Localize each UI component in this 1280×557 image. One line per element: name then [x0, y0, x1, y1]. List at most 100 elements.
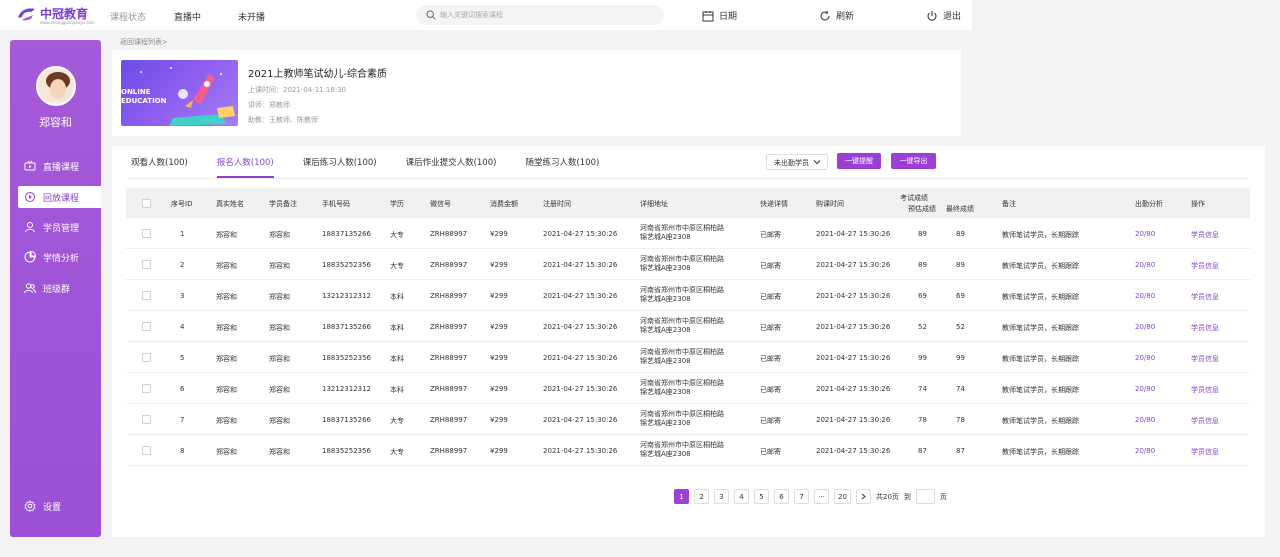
nav-course-status[interactable]: 课程状态 [110, 10, 146, 23]
row-final-score: 89 [956, 261, 965, 269]
col-note-name: 学员备注 [269, 200, 297, 208]
row-student-info-link[interactable]: 学员信息 [1191, 292, 1219, 302]
course-teacher: 讲师：郑教师 [248, 101, 290, 109]
table-row: 1 郑容和 郑容和 18837135266 大专 ZRH88997 ¥299 2021-04-… [126, 218, 1250, 249]
page-7[interactable]: 7 [794, 489, 809, 504]
row-checkbox[interactable] [142, 291, 151, 300]
select-all-checkbox[interactable] [142, 199, 151, 208]
tab-after-practice[interactable]: 课后练习人数(100) [303, 156, 377, 178]
row-checkbox[interactable] [142, 260, 151, 269]
row-checkbox[interactable] [142, 446, 151, 455]
row-checkbox[interactable] [142, 229, 151, 238]
row-express: 已邮寄 [760, 231, 781, 239]
sidebar-item-label: 学员管理 [43, 223, 80, 234]
nav-live[interactable]: 直播中 [174, 10, 201, 23]
goto-page-input[interactable] [915, 489, 935, 504]
row-student-info-link[interactable]: 学员信息 [1191, 416, 1219, 426]
row-student-info-link[interactable]: 学员信息 [1191, 447, 1219, 457]
page-20[interactable]: 20 [834, 489, 851, 504]
row-phone: 18837135266 [322, 323, 371, 331]
row-attendance-link[interactable]: 20/80 [1135, 354, 1155, 362]
sidebar-item-replay[interactable]: 回放课程 [18, 186, 101, 208]
row-reg-time: 2021-04-27 15:30:26 [543, 447, 618, 455]
row-student-info-link[interactable]: 学员信息 [1191, 261, 1219, 271]
row-phone: 18837135266 [322, 230, 371, 238]
refresh-button[interactable]: 刷新 [819, 9, 854, 22]
row-real-name: 郑容和 [216, 231, 237, 239]
col-action: 操作 [1191, 200, 1205, 208]
page-1[interactable]: 1 [674, 489, 689, 504]
address-line-2: 锦艺城A座2308 [640, 388, 691, 396]
col-reg-time: 注册时间 [543, 200, 571, 208]
tab-enrolled[interactable]: 报名人数(100) [216, 156, 274, 178]
nav-pending[interactable]: 未开播 [238, 10, 265, 23]
page-4[interactable]: 4 [734, 489, 749, 504]
row-express: 已邮寄 [760, 386, 781, 394]
row-remark: 教师笔试学员，长期跟踪 [1002, 386, 1079, 394]
row-attendance-link[interactable]: 20/80 [1135, 230, 1155, 238]
row-remark: 教师笔试学员，长期跟踪 [1002, 324, 1079, 332]
row-student-info-link[interactable]: 学员信息 [1191, 354, 1219, 364]
page-3[interactable]: 3 [714, 489, 729, 504]
row-checkbox[interactable] [142, 384, 151, 393]
table-row: 4 郑容和 郑容和 18837135266 本科 ZRH88997 ¥299 2021-04-… [126, 311, 1250, 342]
row-final-score: 74 [956, 385, 965, 393]
sidebar-item-live[interactable]: 直播课程 [10, 155, 101, 177]
tab-in-class-practice[interactable]: 随堂练习人数(100) [525, 156, 599, 178]
row-id: 1 [180, 230, 185, 238]
row-attendance-link[interactable]: 20/80 [1135, 323, 1155, 331]
row-student-info-link[interactable]: 学员信息 [1191, 385, 1219, 395]
sidebar-item-students[interactable]: 学员管理 [10, 216, 101, 238]
next-page-button[interactable] [856, 489, 871, 504]
tab-homework[interactable]: 课后作业提交人数(100) [406, 156, 497, 178]
sidebar-item-label: 学情分析 [43, 253, 80, 264]
logout-button[interactable]: 退出 [926, 9, 961, 22]
col-amount: 消费金额 [490, 200, 518, 208]
row-checkbox[interactable] [142, 353, 151, 362]
page-ellipsis[interactable]: ··· [814, 489, 829, 504]
row-student-info-link[interactable]: 学员信息 [1191, 230, 1219, 240]
row-attendance-link[interactable]: 20/80 [1135, 292, 1155, 300]
search-input[interactable]: 输入关键词搜索课程 [440, 10, 503, 20]
row-express: 已邮寄 [760, 293, 781, 301]
row-real-name: 郑容和 [216, 448, 237, 456]
page-6[interactable]: 6 [774, 489, 789, 504]
pagination: 1 2 3 4 5 6 7 ··· 20 共20页 到 页 [674, 489, 947, 504]
address-line-2: 锦艺城A座2308 [640, 450, 691, 458]
row-attendance-link[interactable]: 20/80 [1135, 416, 1155, 424]
sidebar-item-analytics[interactable]: 学情分析 [10, 246, 101, 268]
address-line-2: 锦艺城A座2308 [640, 419, 691, 427]
sidebar-item-groups[interactable]: 班级群 [10, 277, 101, 299]
tab-viewers[interactable]: 观看人数(100) [131, 156, 188, 178]
avatar[interactable] [36, 66, 76, 106]
sidebar-item-label: 直播课程 [43, 162, 80, 173]
row-address: 河南省郑州市中原区桐柏路 锦艺城A座2308 [640, 379, 740, 397]
search-box[interactable]: 输入关键词搜索课程 [416, 5, 664, 25]
page-5[interactable]: 5 [754, 489, 769, 504]
row-attendance-link[interactable]: 20/80 [1135, 261, 1155, 269]
attendance-filter-select[interactable]: 未出勤学员 [766, 154, 828, 170]
course-thumbnail[interactable]: ONLINE EDUCATION [121, 60, 238, 126]
row-wechat: ZRH88997 [430, 385, 468, 393]
sidebar-item-settings[interactable]: 设置 [10, 495, 101, 517]
row-real-name: 郑容和 [216, 355, 237, 363]
row-address: 河南省郑州市中原区桐柏路 锦艺城A座2308 [640, 317, 740, 335]
row-checkbox[interactable] [142, 415, 151, 424]
address-line-2: 锦艺城A座2308 [640, 264, 691, 272]
row-student-info-link[interactable]: 学员信息 [1191, 323, 1219, 333]
row-attendance-link[interactable]: 20/80 [1135, 385, 1155, 393]
row-final-score: 78 [956, 416, 965, 424]
row-wechat: ZRH88997 [430, 447, 468, 455]
calendar-button[interactable]: 日期 [702, 9, 737, 22]
logo-icon [18, 8, 35, 21]
row-checkbox[interactable] [142, 322, 151, 331]
remind-all-button[interactable]: 一键提醒 [837, 153, 881, 169]
breadcrumb[interactable]: 返回课程列表> [120, 37, 168, 47]
export-all-button[interactable]: 一键导出 [891, 153, 936, 169]
row-id: 3 [180, 292, 185, 300]
page-2[interactable]: 2 [694, 489, 709, 504]
row-remark: 教师笔试学员，长期跟踪 [1002, 417, 1079, 425]
row-amount: ¥299 [490, 230, 508, 238]
brand-logo[interactable]: 中冠教育 www.zhongguanjiaoyu.com [16, 6, 95, 25]
row-attendance-link[interactable]: 20/80 [1135, 447, 1155, 455]
